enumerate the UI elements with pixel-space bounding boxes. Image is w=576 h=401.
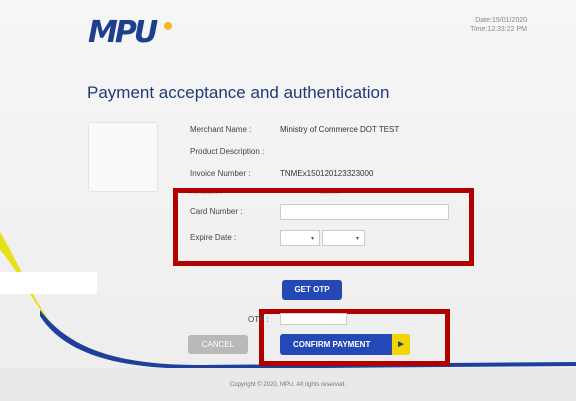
cancel-button[interactable]: CANCEL	[188, 335, 248, 354]
merchant-label: Merchant Name :	[190, 125, 252, 134]
chevron-down-icon: ▾	[355, 236, 359, 242]
card-number-label: Card Number :	[190, 207, 243, 216]
expire-month-select[interactable]: ▾	[280, 230, 320, 246]
logo-dot	[164, 22, 172, 30]
confirm-payment-label: CONFIRM PAYMENT	[293, 340, 371, 349]
expire-year-select[interactable]: ▾	[322, 230, 365, 246]
logo-text: MPU	[88, 15, 158, 50]
merchant-logo-placeholder	[88, 122, 158, 192]
blank-panel	[0, 272, 97, 294]
merchant-value: Ministry of Commerce DOT TEST	[280, 125, 400, 134]
confirm-payment-button[interactable]: CONFIRM PAYMENT ▶	[280, 334, 410, 355]
expire-date-label: Expire Date :	[190, 233, 237, 242]
otp-input[interactable]	[280, 313, 347, 325]
product-label: Product Description :	[190, 147, 265, 156]
date-text: Date:15/01/2020	[475, 17, 527, 24]
get-otp-button[interactable]: GET OTP	[282, 280, 342, 300]
copyright: Copyright © 2020, MPU. All rights reserv…	[229, 382, 347, 388]
chevron-down-icon: ▾	[310, 236, 314, 242]
invoice-label: Invoice Number :	[190, 169, 251, 178]
mpu-logo: MPU	[88, 18, 178, 48]
card-number-input[interactable]	[280, 204, 449, 220]
invoice-value: TNMEx150120123323000	[280, 169, 374, 178]
time-text: Time:12:33:22 PM	[470, 26, 527, 33]
page-title: Payment acceptance and authentication	[87, 83, 390, 102]
datetime: Date:15/01/2020 Time:12:33:22 PM	[470, 16, 527, 34]
card-form-highlight	[173, 188, 474, 266]
arrow-right-icon: ▶	[392, 334, 410, 355]
otp-label: OTP :	[248, 315, 269, 324]
